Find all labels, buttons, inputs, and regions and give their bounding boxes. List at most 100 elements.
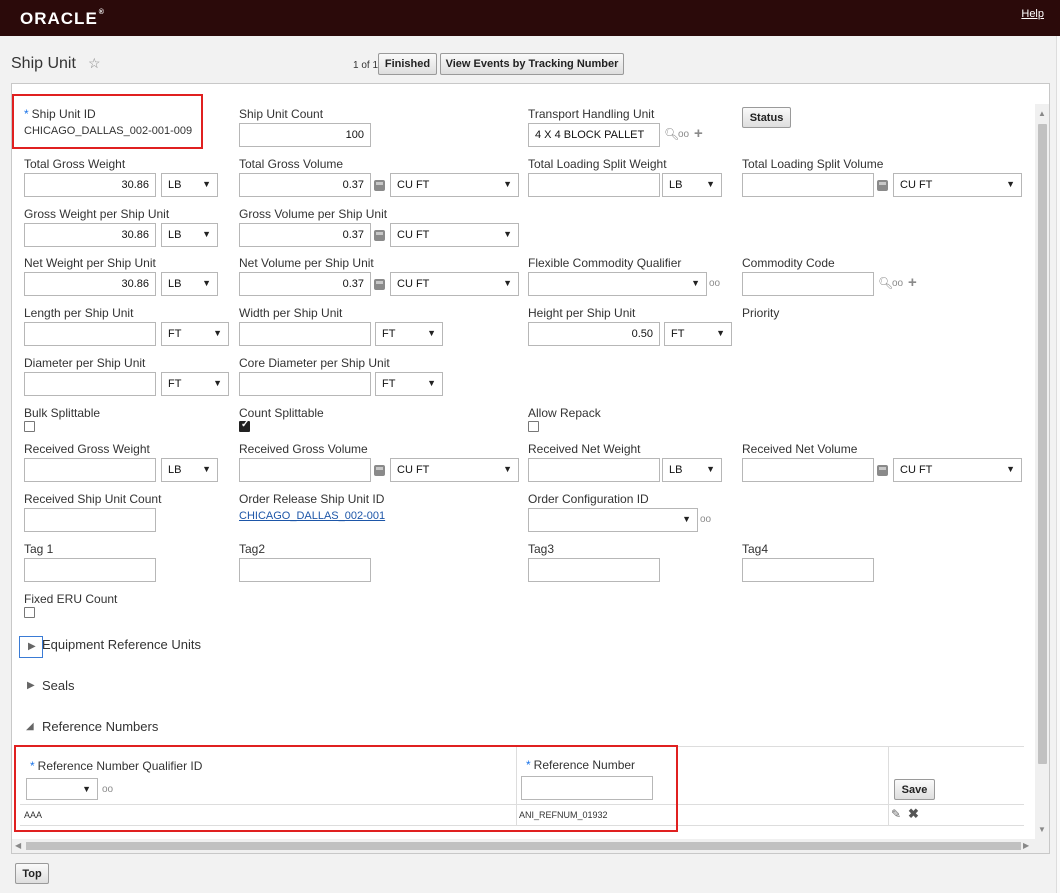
height-unit-select[interactable]: FT ▼ [664,322,732,346]
count-splittable-label: Count Splittable [239,406,324,420]
top-button[interactable]: Top [15,863,49,884]
volume-calc-icon[interactable] [374,180,385,191]
total-gross-volume-unit-select[interactable]: CU FT ▼ [390,173,519,197]
view-events-button[interactable]: View Events by Tracking Number [440,53,624,75]
volume-calc-icon[interactable] [877,180,888,191]
total-gross-weight-input[interactable]: 30.86 [24,173,156,197]
gross-weight-per-su-input[interactable]: 30.86 [24,223,156,247]
add-icon[interactable]: + [694,125,703,142]
fixed-eru-count-checkbox[interactable] [24,607,35,618]
gross-weight-per-su-label: Gross Weight per Ship Unit [24,207,170,221]
total-gross-volume-input[interactable]: 0.37 [239,173,371,197]
search-icon[interactable]: 🔍︎ [878,276,893,290]
expand-equipment-toggle[interactable]: ▶ [19,636,43,658]
vertical-scroll-thumb[interactable] [1038,124,1047,764]
length-per-su-input[interactable] [24,322,156,346]
tls-volume-unit-select[interactable]: CU FT ▼ [893,173,1022,197]
height-per-su-input[interactable]: 0.50 [528,322,660,346]
order-config-id-select[interactable]: ▼ [528,508,698,532]
received-net-weight-unit-select[interactable]: LB ▼ [662,458,722,482]
page-title: Ship Unit [11,55,76,72]
tag1-input[interactable] [24,558,156,582]
scroll-up-arrow-icon[interactable]: ▲ [1038,109,1046,118]
favorite-star-icon[interactable]: ☆ [88,55,101,72]
commodity-code-input[interactable] [742,272,874,296]
qualifier-select[interactable]: ▼ [26,778,98,800]
glasses-icon[interactable]: oo [709,278,720,289]
received-gross-weight-unit-select[interactable]: LB ▼ [161,458,218,482]
count-splittable-checkbox[interactable] [239,419,250,432]
bulk-splittable-checkbox[interactable] [24,421,35,432]
total-gross-weight-unit-select[interactable]: LB ▼ [161,173,218,197]
diameter-unit-select[interactable]: FT ▼ [161,372,229,396]
length-unit-select[interactable]: FT ▼ [161,322,229,346]
row-qualifier-value: AAA [24,810,43,820]
received-gross-weight-input[interactable] [24,458,156,482]
glasses-icon[interactable]: oo [102,784,113,795]
scroll-left-arrow-icon[interactable]: ◀ [15,841,21,850]
order-release-su-id-label: Order Release Ship Unit ID [239,492,385,506]
scroll-down-arrow-icon[interactable]: ▼ [1038,825,1046,834]
net-weight-per-su-input[interactable]: 30.86 [24,272,156,296]
glasses-icon[interactable]: oo [892,278,903,289]
volume-calc-icon[interactable] [374,230,385,241]
received-su-count-input[interactable] [24,508,156,532]
section-reference-numbers[interactable]: Reference Numbers [42,719,158,734]
gross-volume-per-su-input[interactable]: 0.37 [239,223,371,247]
allow-repack-checkbox[interactable] [528,421,539,432]
net-volume-per-su-unit-select[interactable]: CU FT ▼ [390,272,519,296]
glasses-icon[interactable]: oo [678,129,689,140]
save-button[interactable]: Save [894,779,935,800]
volume-calc-icon[interactable] [877,465,888,476]
net-weight-per-su-unit-select[interactable]: LB ▼ [161,272,218,296]
net-volume-per-su-input[interactable]: 0.37 [239,272,371,296]
tls-weight-input[interactable] [528,173,660,197]
tag3-input[interactable] [528,558,660,582]
status-button[interactable]: Status [742,107,791,128]
scroll-right-arrow-icon[interactable]: ▶ [1023,841,1029,850]
reference-number-input[interactable] [521,776,653,800]
diameter-per-su-input[interactable] [24,372,156,396]
width-unit-select[interactable]: FT ▼ [375,322,443,346]
volume-calc-icon[interactable] [374,279,385,290]
triangle-down-icon[interactable]: ◢ [26,721,34,732]
glasses-icon[interactable]: oo [700,514,711,525]
tls-volume-input[interactable] [742,173,874,197]
finished-button[interactable]: Finished [378,53,437,75]
horizontal-scroll-thumb[interactable] [26,842,1021,850]
commodity-code-label: Commodity Code [742,256,835,270]
order-release-su-id-link[interactable]: CHICAGO_DALLAS_002-001 [239,510,385,522]
help-link[interactable]: Help [1021,8,1044,20]
tag2-input[interactable] [239,558,371,582]
thu-input[interactable]: 4 X 4 BLOCK PALLET [528,123,660,147]
width-per-su-input[interactable] [239,322,371,346]
triangle-right-icon[interactable]: ▶ [27,680,35,691]
tag4-input[interactable] [742,558,874,582]
tls-weight-unit-select[interactable]: LB ▼ [662,173,722,197]
tag2-label: Tag2 [239,542,266,556]
core-diameter-unit-select[interactable]: FT ▼ [375,372,443,396]
received-net-volume-input[interactable] [742,458,874,482]
core-diameter-input[interactable] [239,372,371,396]
ship-unit-count-input[interactable]: 100 [239,123,371,147]
received-net-weight-input[interactable] [528,458,660,482]
section-equipment-reference-units[interactable]: Equipment Reference Units [42,637,201,652]
vertical-scrollbar[interactable]: ▲ ▼ [1035,104,1049,853]
received-net-volume-unit-select[interactable]: CU FT ▼ [893,458,1022,482]
volume-calc-icon[interactable] [374,465,385,476]
gross-weight-per-su-unit-select[interactable]: LB ▼ [161,223,218,247]
received-gross-volume-input[interactable] [239,458,371,482]
search-icon[interactable]: 🔍︎ [664,127,679,141]
fcq-label: Flexible Commodity Qualifier [528,256,682,270]
delete-x-icon[interactable]: ✖ [908,806,919,822]
window-edge [1056,36,1060,893]
add-icon[interactable]: + [908,274,917,291]
received-gross-volume-unit-select[interactable]: CU FT ▼ [390,458,519,482]
gross-volume-per-su-unit-select[interactable]: CU FT ▼ [390,223,519,247]
allow-repack-label: Allow Repack [528,406,601,420]
horizontal-scrollbar[interactable]: ◀ ▶ [12,839,1035,853]
edit-pencil-icon[interactable]: ✎ [891,807,901,821]
thu-label: Transport Handling Unit [528,107,655,121]
section-seals[interactable]: Seals [42,678,75,693]
fcq-select[interactable]: ▼ [528,272,707,296]
